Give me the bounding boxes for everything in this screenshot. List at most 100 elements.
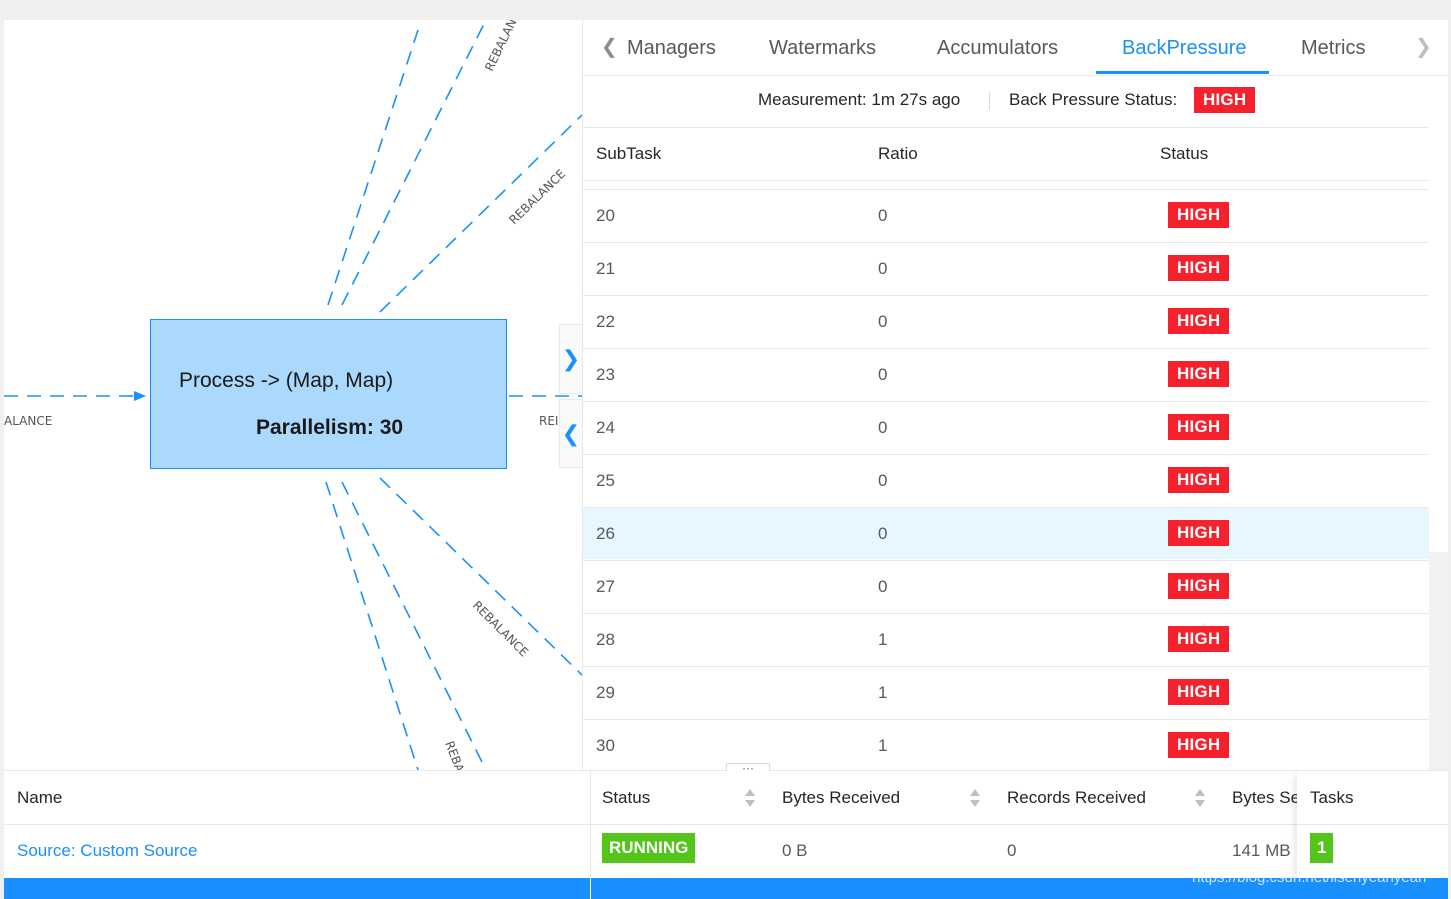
edge-down-1 xyxy=(325,481,419,770)
subtask-status-badge: HIGH xyxy=(1168,361,1230,387)
vertex-name-link[interactable]: Source: Custom Source xyxy=(17,841,197,861)
top-gap xyxy=(0,0,1451,20)
edge-label-up-2: REBALANCE xyxy=(482,20,526,73)
vertex-status-badge: RUNNING xyxy=(602,833,696,863)
tab-metrics[interactable]: Metrics xyxy=(1301,37,1365,60)
subtask-id: 21 xyxy=(596,259,615,278)
edge-label-down-1: REBALANCE xyxy=(442,739,481,770)
subtask-status-badge: HIGH xyxy=(1168,202,1230,228)
subtask-id: 24 xyxy=(596,418,615,437)
records-received-sort-icon[interactable] xyxy=(1195,789,1205,809)
subtask-id: 26 xyxy=(596,524,615,543)
subtask-id: 22 xyxy=(596,312,615,331)
tab-accumulators[interactable]: Accumulators xyxy=(937,37,1058,60)
measurement-divider xyxy=(989,92,990,110)
status-sort-icon[interactable] xyxy=(745,789,755,809)
bottom-header-divider xyxy=(4,824,1448,825)
node-parallelism: Parallelism: 30 xyxy=(256,416,404,439)
subtask-id: 30 xyxy=(596,736,615,755)
subtask-id: 27 xyxy=(596,577,615,596)
watermark-text: https://blog.csdn.net/lisenyeahyeah xyxy=(1192,869,1427,886)
collapse-panel-button[interactable]: ❮ xyxy=(559,399,582,468)
col-status: Status xyxy=(1160,144,1209,163)
edge-up-2 xyxy=(341,20,487,306)
subtask-status-badge: HIGH xyxy=(1168,679,1230,705)
col-tasks: Tasks xyxy=(1310,788,1354,807)
subtask-ratio: 0 xyxy=(878,312,888,331)
edge-label-left: ALANCE xyxy=(4,414,52,428)
vertex-bytes-received: 0 B xyxy=(782,841,808,860)
tab-managers-label: Managers xyxy=(627,37,716,59)
chevron-right-icon: ❯ xyxy=(561,346,581,371)
chevron-left-icon: ❮ xyxy=(561,420,581,446)
subtask-ratio: 0 xyxy=(878,206,888,225)
subtask-row[interactable]: 22 0 HIGH xyxy=(583,295,1429,347)
subtask-row[interactable]: 24 0 HIGH xyxy=(583,401,1429,453)
subtask-ratio: 1 xyxy=(878,736,888,755)
subtask-status-badge: HIGH xyxy=(1168,414,1230,440)
tab-scroll-left-icon[interactable]: ❮ xyxy=(601,34,618,59)
subtask-status-badge: HIGH xyxy=(1168,573,1230,599)
col-bytes-received[interactable]: Bytes Received xyxy=(782,788,900,808)
col-ratio: Ratio xyxy=(878,144,918,163)
operator-node[interactable]: Process -> (Map, Map) Parallelism: 30 xyxy=(150,319,507,469)
edge-label-up-3: REBALANCE xyxy=(506,167,568,227)
edge-label-right: REI xyxy=(539,414,558,428)
subtask-status-badge: HIGH xyxy=(1168,520,1230,546)
col-records-received[interactable]: Records Received xyxy=(1007,788,1146,808)
subtask-status-badge: HIGH xyxy=(1168,626,1230,652)
edge-down-3 xyxy=(379,477,582,676)
edge-up-3 xyxy=(379,114,582,313)
edge-down-2 xyxy=(341,481,487,770)
job-graph-canvas[interactable]: ALANCE REI REBALANCE REBALANCE REBALANCE… xyxy=(4,20,582,770)
subtask-row[interactable]: 20 0 HIGH xyxy=(583,189,1429,241)
tab-watermarks[interactable]: Watermarks xyxy=(769,37,876,60)
subtask-row[interactable]: 30 1 HIGH xyxy=(583,719,1429,770)
node-title: Process -> (Map, Map) xyxy=(179,369,394,392)
subtask-ratio: 0 xyxy=(878,365,888,384)
subtask-row[interactable]: 26 0 HIGH xyxy=(583,507,1429,559)
subtask-id: 28 xyxy=(596,630,615,649)
edge-up-1 xyxy=(327,29,419,306)
subtask-row[interactable]: 23 0 HIGH xyxy=(583,348,1429,400)
tab-managers[interactable]: Managers xyxy=(627,37,723,60)
subtask-row[interactable]: 29 1 HIGH xyxy=(583,666,1429,718)
tasks-header-divider xyxy=(1297,824,1448,825)
subtask-row[interactable]: 28 1 HIGH xyxy=(583,613,1429,665)
subtask-ratio: 0 xyxy=(878,471,888,490)
tab-bar: ❮ Managers Watermarks Accumulators BackP… xyxy=(583,20,1448,76)
subtask-ratio: 0 xyxy=(878,259,888,278)
backpressure-status-label: Back Pressure Status: xyxy=(1009,90,1178,109)
subtask-row[interactable]: 25 0 HIGH xyxy=(583,454,1429,506)
subtask-ratio: 1 xyxy=(878,630,888,649)
subtask-status-badge: HIGH xyxy=(1168,308,1230,334)
subtask-ratio: 0 xyxy=(878,524,888,543)
active-tab-indicator xyxy=(1096,71,1269,74)
subtask-id: 20 xyxy=(596,206,615,225)
vertex-records-received: 0 xyxy=(1007,841,1017,860)
subtask-id: 29 xyxy=(596,683,615,702)
col-subtask: SubTask xyxy=(596,144,662,163)
vertex-bytes-sent: 141 MB xyxy=(1232,841,1291,860)
subtask-id: 25 xyxy=(596,471,615,490)
bytes-received-sort-icon[interactable] xyxy=(970,789,980,809)
subtask-status-badge: HIGH xyxy=(1168,732,1230,758)
subtask-id: 23 xyxy=(596,365,615,384)
subtask-row[interactable]: 21 0 HIGH xyxy=(583,242,1429,294)
vertex-tasks-badge: 1 xyxy=(1310,833,1334,863)
panel-scrollbar[interactable] xyxy=(1429,552,1448,770)
detail-panel: ❮ Managers Watermarks Accumulators BackP… xyxy=(582,20,1448,770)
backpressure-status-badge: HIGH xyxy=(1194,87,1256,113)
subtask-ratio: 1 xyxy=(878,683,888,702)
tab-scroll-right-icon[interactable]: ❯ xyxy=(1415,34,1432,59)
tab-backpressure[interactable]: BackPressure xyxy=(1122,37,1247,60)
subtask-ratio: 0 xyxy=(878,577,888,596)
col-status-bottom[interactable]: Status xyxy=(602,788,650,808)
subtask-status-badge: HIGH xyxy=(1168,255,1230,281)
subtask-row[interactable]: 27 0 HIGH xyxy=(583,560,1429,612)
subtask-status-badge: HIGH xyxy=(1168,467,1230,493)
incoming-arrowhead xyxy=(134,391,146,401)
expand-panel-button[interactable]: ❯ xyxy=(559,324,582,394)
col-bytes-sent[interactable]: Bytes Se xyxy=(1232,788,1300,808)
selected-row-separator xyxy=(590,878,591,899)
